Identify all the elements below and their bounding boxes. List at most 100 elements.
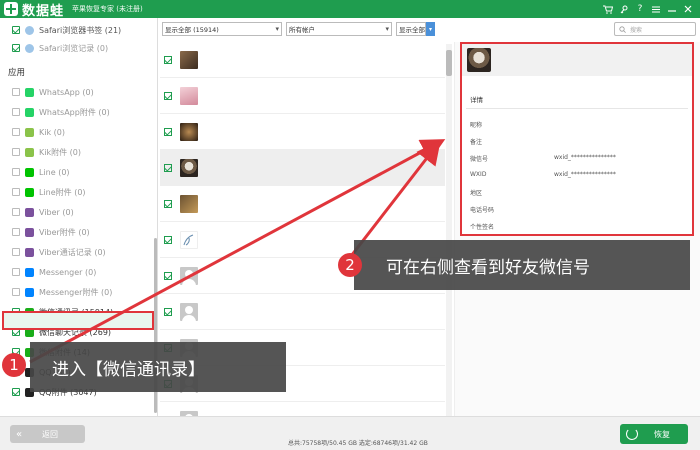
app-subtitle: 苹果恢复专家 (未注册) [72,5,143,13]
app-icon [25,147,34,157]
contact-avatar [180,50,198,69]
close-icon[interactable] [680,1,696,17]
detail-header [462,44,692,76]
default-avatar-icon [180,266,198,285]
checkbox[interactable] [164,199,172,208]
cart-icon[interactable] [600,1,616,17]
sidebar-item-label: Kik附件 (0) [39,147,81,157]
callout-step-2: 可在右侧查看到好友微信号 [354,240,690,290]
field-signature: 个性签名 [470,224,495,231]
chevron-down-icon: ▾ [275,25,279,33]
app-icon [25,227,34,237]
list-item-selected[interactable] [160,150,445,186]
sidebar-item[interactable]: Line (0) [0,162,150,182]
list-item[interactable] [160,114,445,150]
detail-section-title: 详情 [470,96,483,104]
sidebar-item[interactable]: Viber (0) [0,202,150,222]
checkbox[interactable] [164,271,172,280]
recover-button[interactable]: 恢复 [620,424,688,444]
list-item[interactable] [160,294,445,330]
sidebar-item[interactable]: Messenger (0) [0,262,150,282]
app-icon [25,167,34,177]
list-item[interactable] [160,402,445,416]
help-icon[interactable]: ? [632,1,648,17]
step-badge-1: 1 [2,353,26,377]
sidebar-item[interactable]: WhatsApp (0) [0,82,150,102]
app-icon [25,107,34,117]
menu-icon[interactable] [648,1,664,17]
sidebar-item-label: WhatsApp附件 (0) [39,107,110,117]
sidebar-item-label: Line (0) [39,167,70,177]
checkbox[interactable] [12,44,20,52]
checkbox[interactable] [164,307,172,316]
divider [466,108,688,109]
checkbox[interactable] [164,235,172,244]
sidebar-item-label: Messenger (0) [39,267,97,277]
contact-avatar-large [467,48,491,72]
field-nickname: 昵称 [470,122,483,129]
field-wechat-id: 微信号 wxid_*************** [470,154,616,163]
back-button[interactable]: « 返回 [10,425,85,443]
chevron-down-icon: ▾ [385,25,389,33]
double-chevron-left-icon: « [15,428,23,440]
checkbox[interactable] [12,388,20,396]
sidebar-item[interactable]: Viber附件 (0) [0,222,150,242]
sidebar-item-label: Viber附件 (0) [39,227,90,237]
checkbox[interactable] [12,248,20,256]
app-logo: 数据蛙 [4,0,64,19]
checkbox[interactable] [12,108,20,116]
step-badge-2: 2 [338,253,362,277]
list-item[interactable] [160,78,445,114]
title-bar: 数据蛙 苹果恢复专家 (未注册) ? [0,0,700,19]
scrollbar-thumb[interactable] [446,50,452,76]
sidebar-item-label: Viber通话记录 (0) [39,247,106,257]
display-filter-dropdown[interactable]: 显示全部 (15914) ▾ [162,22,282,36]
checkbox[interactable] [164,163,172,172]
checkbox[interactable] [12,88,20,96]
sidebar-item-safari-history[interactable]: Safari浏览记录 (0) [0,38,150,58]
sidebar-item[interactable]: Messenger附件 (0) [0,282,150,302]
app-icon [25,127,34,137]
search-input[interactable]: 搜索 [614,22,696,36]
list-scrollbar[interactable] [446,44,452,416]
checkbox[interactable] [12,128,20,136]
field-phone: 电话号码 [470,207,495,214]
checkbox[interactable] [164,91,172,100]
minimize-icon[interactable] [664,1,680,17]
key-icon[interactable] [616,1,632,17]
checkbox[interactable] [12,228,20,236]
logo-plus-icon [4,2,18,16]
checkbox[interactable] [164,127,172,136]
default-avatar-icon [180,302,198,321]
safari-icon [25,43,34,53]
sidebar-item[interactable]: Kik (0) [0,122,150,142]
sidebar-item[interactable]: WhatsApp附件 (0) [0,102,150,122]
sidebar-item-label: Viber (0) [39,207,74,217]
app-icon [25,87,34,97]
sidebar-item[interactable]: Line附件 (0) [0,182,150,202]
sidebar-item-safari-bookmarks[interactable]: Safari浏览器书签 (21) [0,20,150,40]
checkbox[interactable] [12,168,20,176]
safari-icon [25,25,34,35]
checkbox[interactable] [12,26,20,34]
list-item[interactable] [160,42,445,78]
sidebar-item-label: Line附件 (0) [39,187,86,197]
app-icon [25,287,34,297]
sidebar-item[interactable]: Viber通话记录 (0) [0,242,150,262]
checkbox[interactable] [12,188,20,196]
show-all-button[interactable]: 显示全部 ▾ [396,22,435,36]
app-icon [25,187,34,197]
checkbox[interactable] [12,288,20,296]
sidebar-item[interactable]: Kik附件 (0) [0,142,150,162]
field-region: 地区 [470,190,483,197]
checkbox[interactable] [12,208,20,216]
account-filter-dropdown[interactable]: 所有帐户 ▾ [286,22,392,36]
checkbox[interactable] [12,148,20,156]
contact-avatar [180,86,198,105]
search-icon [619,25,626,33]
checkbox[interactable] [12,268,20,276]
app-icon [25,267,34,277]
list-item[interactable] [160,186,445,222]
sidebar-item-label: Kik (0) [39,127,65,137]
checkbox[interactable] [164,55,172,64]
